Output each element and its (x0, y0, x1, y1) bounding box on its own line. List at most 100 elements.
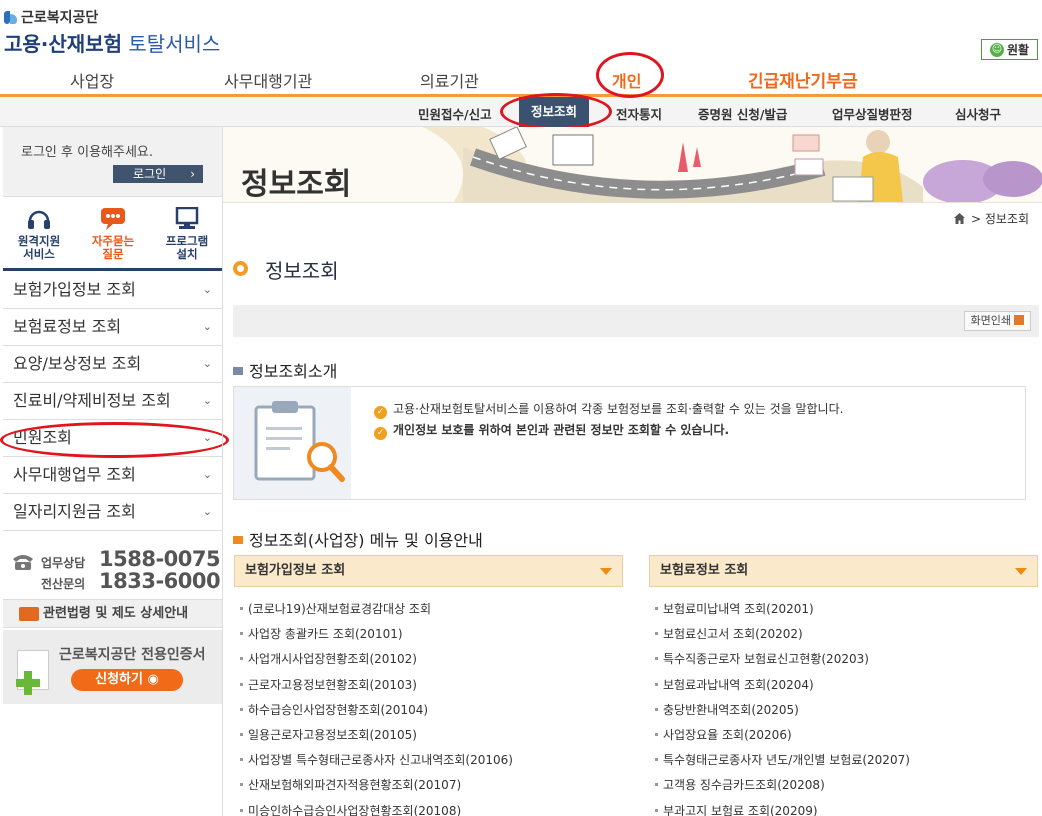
menu-link[interactable]: 산재보험해외파견자적용현황조회(20107) (240, 773, 623, 798)
login-button[interactable]: 로그인 › (113, 165, 203, 183)
quick-remote-support[interactable]: 원격지원 서비스 (3, 207, 75, 261)
menu-link[interactable]: 하수급승인사업장현황조회(20104) (240, 698, 623, 723)
menu-link[interactable]: 특수직종근로자 보험료신고현황(20203) (655, 647, 1038, 672)
subnav-occupational-disease[interactable]: 업무상질병판정 (832, 104, 913, 123)
plus-icon (16, 671, 40, 695)
menu-column-title: 보험료정보 조회 (660, 563, 749, 578)
chevron-right-icon: › (190, 167, 195, 181)
print-button[interactable]: 화면인쇄 (963, 311, 1031, 331)
quick-program-install[interactable]: 프로그램 설치 (151, 207, 223, 261)
menu-link-text: 고객용 징수금카드조회(20208) (663, 778, 825, 793)
circle-bullet-icon (233, 261, 248, 276)
clipboard-search-icon (254, 401, 365, 482)
quick-remote-label2: 서비스 (23, 247, 55, 261)
service-name-suffix: 토탈서비스 (122, 32, 221, 56)
menu-column-header[interactable]: 보험료정보 조회 (649, 555, 1038, 587)
smiley-icon: ☺ (989, 42, 1004, 57)
bullet-icon (240, 657, 243, 661)
service-status-badge: ☺ 원활 (981, 39, 1038, 60)
intro-section-title-text: 정보조회소개 (249, 362, 338, 381)
menu-link[interactable]: (코로나19)산재보험료경감대상 조회 (240, 597, 623, 622)
subnav-certificate[interactable]: 증명원 신청/발급 (698, 104, 787, 123)
gnb-emergency-grant[interactable]: 긴급재난기부금 (748, 67, 857, 92)
bullet-icon (240, 707, 243, 711)
gnb-personal[interactable]: 개인 (612, 68, 641, 92)
sidebar-item-label: 진료비/약제비정보 조회 (13, 391, 171, 410)
law-info-link[interactable]: 관련법령 및 제도 상세안내 (3, 599, 222, 628)
menu-link-text: 산재보험해외파견자적용현황조회(20107) (248, 778, 462, 793)
home-icon[interactable] (954, 213, 965, 224)
bullet-icon (240, 607, 243, 610)
site-logo[interactable]: 근로복지공단 고용·산재보험 토탈서비스 (4, 8, 220, 57)
square-bullet-icon (233, 367, 243, 375)
menu-link[interactable]: 충당반환내역조회(20205) (655, 698, 1038, 723)
menu-section-title: 정보조회(사업장) 메뉴 및 이용안내 (233, 527, 483, 551)
it-inquiry-number: 1833-6000 (99, 569, 221, 593)
menu-link[interactable]: 보험료미납내역 조회(20201) (655, 597, 1038, 622)
quick-remote-label1: 원격지원 (17, 234, 61, 248)
intro-box: ✓ 고용·산재보험토탈서비스를 이용하여 각종 보험정보를 조회·출력할 수 있는… (233, 386, 1026, 500)
menu-link[interactable]: 부과고지 보험료 조회(20209) (655, 799, 1038, 816)
document-icon (19, 607, 39, 621)
menu-list: 보험료미납내역 조회(20201) 보험료신고서 조회(20202) 특수직종근… (649, 587, 1038, 816)
menu-link[interactable]: 근로자고용정보현황조회(20103) (240, 673, 623, 698)
contact-info: 업무상담 1588-0075 전산문의 1833-6000 (3, 545, 222, 597)
bullet-icon (655, 783, 658, 787)
menu-column-header[interactable]: 보험가입정보 조회 (234, 555, 623, 587)
bullet-icon (240, 632, 243, 636)
menu-link-text: 특수직종근로자 보험료신고현황(20203) (663, 652, 869, 667)
breadcrumb: > 정보조회 (954, 210, 1029, 227)
sidebar-item-job-subsidy[interactable]: 일자리지원금 조회 ⌄ (3, 494, 222, 531)
breadcrumb-current: > 정보조회 (971, 212, 1030, 226)
sidebar-item-label: 요양/보상정보 조회 (13, 354, 142, 373)
intro-illustration (234, 387, 365, 499)
sidebar-item-insurance-enrollment[interactable]: 보험가입정보 조회 ⌄ (3, 272, 222, 309)
menu-link[interactable]: 사업개시사업장현황조회(20102) (240, 647, 623, 672)
monitor-icon (175, 207, 199, 229)
sidebar-item-medical-fees[interactable]: 진료비/약제비정보 조회 ⌄ (3, 383, 222, 420)
intro-line-1-text: 고용·산재보험토탈서비스를 이용하여 각종 보험정보를 조회·출력할 수 있는 … (393, 402, 844, 416)
sidebar-item-care-compensation[interactable]: 요양/보상정보 조회 ⌄ (3, 346, 222, 383)
banner-title: 정보조회 (241, 167, 352, 202)
subnav-review-request[interactable]: 심사청구 (955, 104, 1001, 123)
gnb-business[interactable]: 사업장 (70, 68, 114, 92)
cert-apply-button[interactable]: 신청하기 ◉ (71, 669, 183, 691)
menu-link[interactable]: 보험료과납내역 조회(20204) (655, 673, 1038, 698)
chevron-down-icon: ⌄ (202, 283, 212, 296)
menu-link-text: 근로자고용정보현황조회(20103) (248, 677, 417, 692)
sidebar-item-premium-info[interactable]: 보험료정보 조회 ⌄ (3, 309, 222, 346)
login-box: 로그인 후 이용해주세요. 로그인 › (3, 127, 222, 197)
subnav-info-inquiry[interactable]: 정보조회 (519, 97, 590, 127)
agency-logo-icon (4, 10, 18, 24)
global-nav: 사업장 사무대행기관 의료기관 개인 긴급재난기부금 (0, 64, 1042, 94)
menu-link[interactable]: 보험료신고서 조회(20202) (655, 622, 1038, 647)
menu-link[interactable]: 일용근로자고용정보조회(20105) (240, 723, 623, 748)
sidebar-item-complaint-inquiry[interactable]: 민원조회 ⌄ (3, 420, 222, 457)
menu-link[interactable]: 사업장요율 조회(20206) (655, 723, 1038, 748)
sidebar-item-agency-work[interactable]: 사무대행업무 조회 ⌄ (3, 457, 222, 494)
gnb-medical[interactable]: 의료기관 (420, 68, 479, 92)
chevron-down-icon: ⌄ (202, 431, 212, 444)
quick-links: 원격지원 서비스 자주묻는 질문 프로그램 설치 (3, 199, 222, 271)
sidebar-item-label: 보험가입정보 조회 (13, 280, 136, 299)
menu-link[interactable]: 미승인하수급승인사업장현황조회(20108) (240, 799, 623, 816)
menu-link[interactable]: 특수형태근로종사자 년도/개인별 보험료(20207) (655, 748, 1038, 773)
bullet-icon (240, 808, 243, 812)
menu-link[interactable]: 고객용 징수금카드조회(20208) (655, 773, 1038, 798)
subnav-e-notice[interactable]: 전자통지 (616, 104, 662, 123)
cert-banner: 근로복지공단 전용인증서 신청하기 ◉ (3, 630, 222, 704)
cert-title: 근로복지공단 전용인증서 (59, 647, 206, 663)
intro-line-2-text: 개인정보 보호를 위하여 본인과 관련된 정보만 조회할 수 있습니다. (393, 423, 730, 437)
menu-link[interactable]: 사업장 총괄카드 조회(20101) (240, 622, 623, 647)
gnb-agency[interactable]: 사무대행기관 (224, 68, 312, 92)
quick-faq[interactable]: 자주묻는 질문 (77, 207, 149, 261)
chevron-down-icon: ⌄ (202, 505, 212, 518)
menu-link-text: 사업장 총괄카드 조회(20101) (248, 627, 403, 642)
menu-link[interactable]: 사업장별 특수형태근로종사자 신고내역조회(20106) (240, 748, 623, 773)
intro-line-1: ✓ 고용·산재보험토탈서비스를 이용하여 각종 보험정보를 조회·출력할 수 있는… (374, 400, 843, 419)
bullet-icon (655, 808, 658, 812)
subnav-complaint-filing[interactable]: 민원접수/신고 (418, 104, 492, 123)
menu-link-text: 보험료미납내역 조회(20201) (663, 602, 814, 616)
phone-icon (13, 555, 33, 570)
sidebar-item-label: 보험료정보 조회 (13, 317, 122, 336)
